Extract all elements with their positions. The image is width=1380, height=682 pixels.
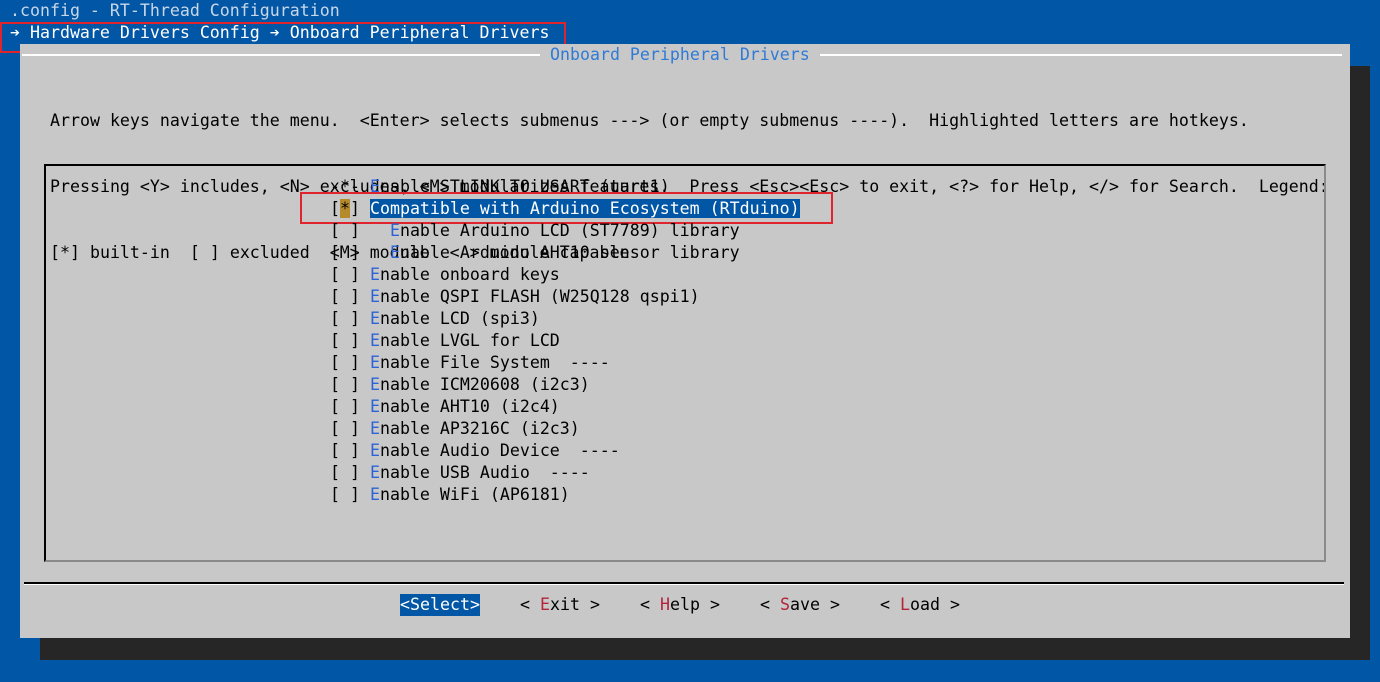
exit-button-label: xit [549,595,580,614]
load-button-close: > [939,595,960,614]
menu-item-label: nable Arduino AHT10 sensor library [399,243,740,262]
menu-item-label: nable AHT10 (i2c4) [379,397,560,416]
select-button-hotkey: S [410,595,420,614]
menu-item-lvgl[interactable]: [ ] Enable LVGL for LCD [330,330,560,352]
menu-item-indicator: [ ] [330,419,370,438]
menu-item-hotkey: E [369,441,380,460]
menu-item-audio-device[interactable]: [ ] Enable Audio Device ---- [330,440,620,462]
menu-item-hotkey: E [389,243,400,262]
menu-item-label: nable Audio Device ---- [379,441,620,460]
select-button-label: elect [420,595,470,614]
menu-item-hotkey: E [369,265,380,284]
menu-item-indicator: [ ] [330,375,370,394]
menu-item-hotkey: E [369,309,380,328]
menu-item-hotkey: E [369,353,380,372]
menu-item-hotkey: E [369,287,380,306]
menu-item-onboard-keys[interactable]: [ ] Enable onboard keys [330,264,560,286]
save-button[interactable]: < Save > [760,594,840,616]
menu-item-indicator: [ ] [330,265,370,284]
menu-item-aht10[interactable]: [ ] Enable AHT10 (i2c4) [330,396,560,418]
menu-item-arduino-lcd[interactable]: [ ] Enable Arduino LCD (ST7789) library [330,220,740,242]
menu-item-label: nable USB Audio ---- [379,463,590,482]
load-button-label: oad [909,595,940,614]
menu-item-label: nable QSPI FLASH (W25Q128 qspi1) [379,287,700,306]
menu-item-icm20608[interactable]: [ ] Enable ICM20608 (i2c3) [330,374,590,396]
select-button[interactable]: <Select> [400,594,480,616]
help-line-1: Arrow keys navigate the menu. <Enter> se… [50,111,1249,130]
menu-item-indicator: [ ] [330,287,370,306]
help-button-label: elp [669,595,700,614]
help-button-hotkey: H [659,595,670,614]
menu-item-hotkey: E [389,221,400,240]
menu-item-indicator: [ ] [330,397,370,416]
exit-button-close: > [579,595,600,614]
menu-item-qspi-flash[interactable]: [ ] Enable QSPI FLASH (W25Q128 qspi1) [330,286,700,308]
menu-item-hotkey: E [369,419,380,438]
save-button-open: < [760,595,780,614]
menu-item-indicator: [ ] [330,331,370,350]
menu-item-lcd[interactable]: [ ] Enable LCD (spi3) [330,308,540,330]
menu-item-indicator: [ ] [330,243,390,262]
help-button-close: > [699,595,720,614]
menu-item-hotkey: E [369,375,380,394]
menu-item-indicator: [ ] [330,353,370,372]
menu-item-indicator: [ ] [330,441,370,460]
menu-item-label: nable Arduino LCD (ST7789) library [399,221,740,240]
menu-item-wifi[interactable]: [ ] Enable WiFi (AP6181) [330,484,570,506]
select-button-close: > [469,595,480,614]
menu-item-arduino-aht10[interactable]: [ ] Enable Arduino AHT10 sensor library [330,242,740,264]
menu-item-label: nable onboard keys [379,265,560,284]
menu-item-label: nable WiFi (AP6181) [379,485,570,504]
menu-item-indicator: [ ] [330,309,370,328]
save-button-hotkey: S [779,595,790,614]
load-button-open: < [880,595,900,614]
menu-item-label: nable LVGL for LCD [379,331,560,350]
menu-item-hotkey: E [369,331,380,350]
save-button-label: ave [789,595,820,614]
menu-item-label: nable File System ---- [379,353,610,372]
load-button-hotkey: L [899,595,910,614]
menu-item-usb-audio[interactable]: [ ] Enable USB Audio ---- [330,462,590,484]
menu-item-ap3216c[interactable]: [ ] Enable AP3216C (i2c3) [330,418,580,440]
menu-item-label: nable ICM20608 (i2c3) [379,375,590,394]
menu-item-indicator: [ ] [330,485,370,504]
help-button-open: < [640,595,660,614]
save-button-close: > [819,595,840,614]
help-button[interactable]: < Help > [640,594,720,616]
menu-item-indicator: [ ] [330,221,390,240]
load-button[interactable]: < Load > [880,594,960,616]
window-title: .config - RT-Thread Configuration [10,1,340,20]
select-button-open: < [400,595,410,614]
exit-button-hotkey: E [539,595,550,614]
dialog-title: Onboard Peripheral Drivers [540,44,820,66]
menu-item-file-system[interactable]: [ ] Enable File System ---- [330,352,610,374]
menu-item-hotkey: E [369,397,380,416]
menu-item-label: nable LCD (spi3) [379,309,540,328]
menu-item-hotkey: E [369,463,380,482]
exit-button-open: < [520,595,540,614]
menu-item-hotkey: E [369,485,380,504]
button-bar-divider-highlight [24,584,1344,585]
menu-item-label: nable AP3216C (i2c3) [379,419,580,438]
exit-button[interactable]: < Exit > [520,594,600,616]
menu-item-indicator: [ ] [330,463,370,482]
